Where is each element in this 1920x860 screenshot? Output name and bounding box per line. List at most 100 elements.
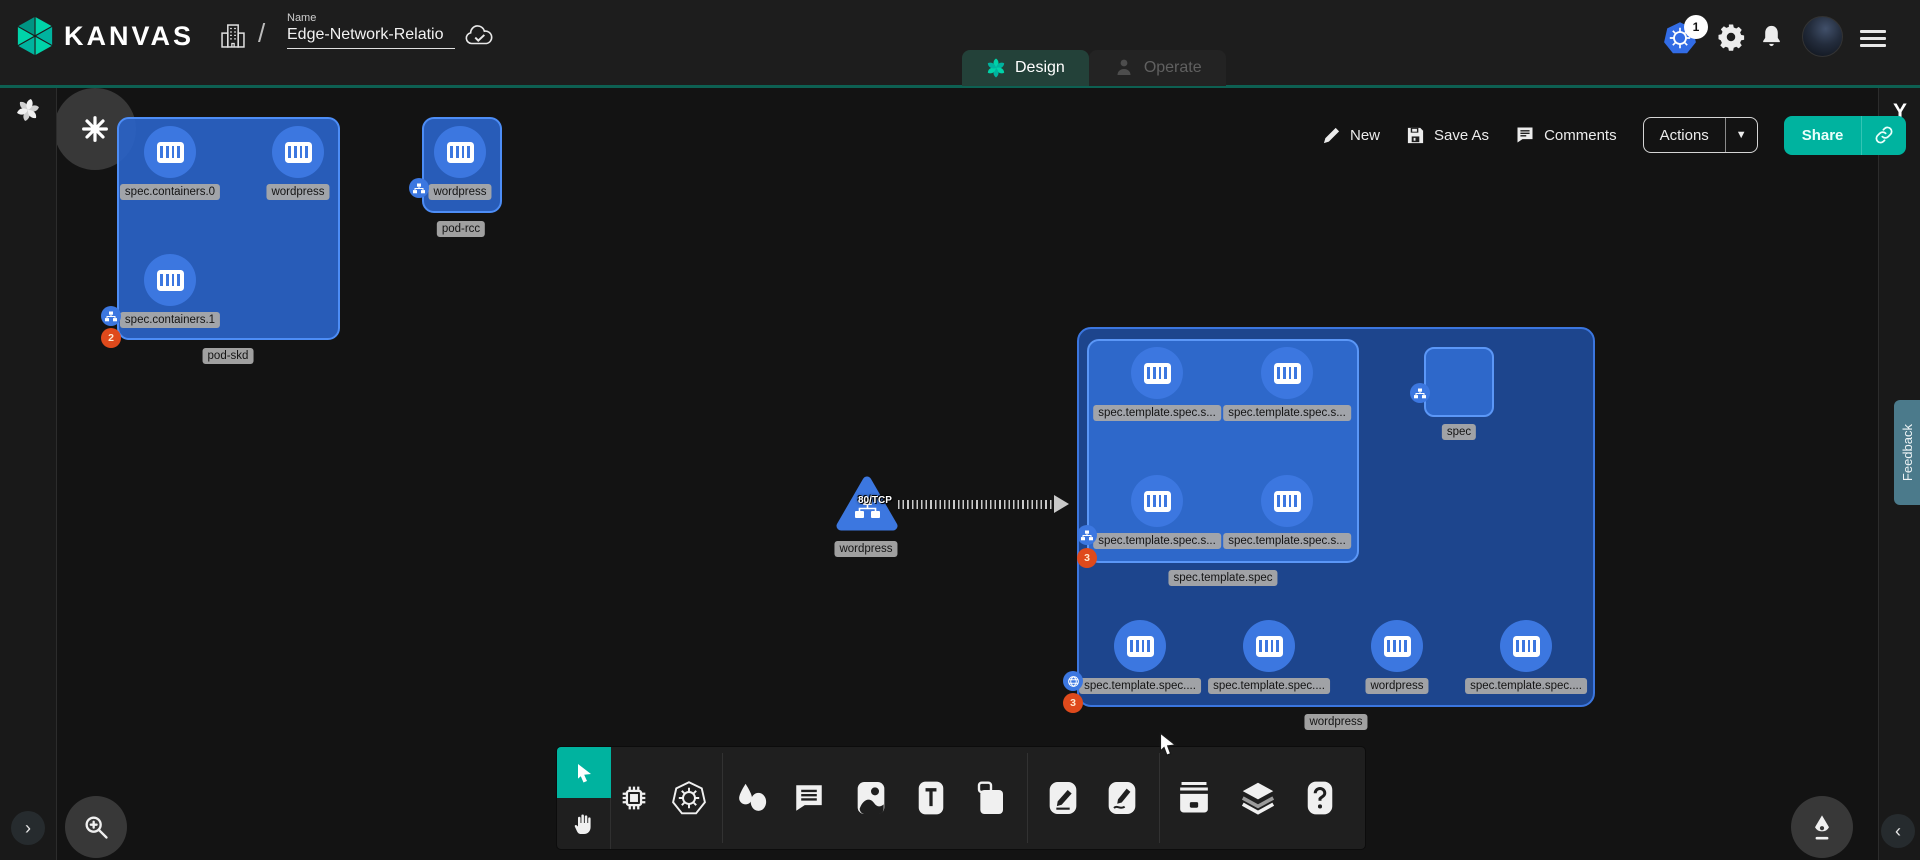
pen-tool-button[interactable] [1791, 796, 1853, 858]
actions-label: Actions [1644, 127, 1725, 144]
organization-icon[interactable] [218, 21, 248, 56]
marker-icon [1047, 780, 1079, 816]
node-template-container[interactable] [1500, 620, 1552, 672]
canvas-dock-toolbar [557, 747, 1365, 849]
edit-tool[interactable] [1043, 778, 1083, 818]
node-template-container[interactable] [1131, 475, 1183, 527]
group-pod-template[interactable] [1087, 339, 1359, 563]
tab-underline [0, 85, 1920, 88]
right-rail: Y Feedback ‹ [1878, 88, 1920, 860]
group-label-pod-rcc: pod-rcc [437, 221, 485, 237]
comments-button[interactable]: Comments [1515, 125, 1617, 145]
design-name-input[interactable] [287, 24, 455, 49]
save-as-button[interactable]: Save As [1406, 126, 1489, 145]
deployment-count-badge[interactable]: 3 [1063, 693, 1083, 713]
pan-tool[interactable] [557, 798, 611, 849]
save-icon [1406, 126, 1425, 145]
share-label: Share [1784, 127, 1862, 144]
actions-dropdown[interactable]: Actions ▼ [1643, 117, 1758, 153]
sticky-note-icon [975, 780, 1007, 816]
node-wordpress-container[interactable] [434, 126, 486, 178]
help-tool[interactable] [1300, 778, 1340, 818]
tab-operate[interactable]: Operate [1089, 50, 1226, 86]
chevron-down-icon[interactable]: ▼ [1725, 118, 1757, 152]
copy-link-icon[interactable] [1861, 116, 1906, 155]
comment-icon [792, 781, 826, 815]
layers-tool[interactable] [1238, 778, 1278, 818]
node-spec-containers-1[interactable] [144, 254, 196, 306]
deployment-globe-badge[interactable] [1063, 671, 1083, 691]
tab-design[interactable]: Design [962, 50, 1089, 86]
draw-tool[interactable] [1102, 778, 1142, 818]
shapes-tool[interactable] [732, 778, 772, 818]
text-tool[interactable] [911, 778, 951, 818]
spec-network-badge[interactable] [1410, 383, 1430, 403]
cloud-saved-icon [464, 24, 494, 53]
group-label-pod-template: spec.template.spec [1168, 570, 1277, 586]
node-wordpress-container[interactable] [272, 126, 324, 178]
archive-tool[interactable] [1174, 778, 1214, 818]
meshery-spinner-icon[interactable] [16, 98, 40, 127]
mouse-cursor [1155, 731, 1181, 762]
expand-left-panel-chevron[interactable]: › [11, 811, 45, 845]
node-template-container[interactable] [1114, 620, 1166, 672]
left-rail: › [0, 88, 57, 860]
image-tool[interactable] [851, 778, 891, 818]
pod-skd-count-badge[interactable]: 2 [101, 328, 121, 348]
pod-skd-network-badge[interactable] [101, 306, 121, 326]
group-spec[interactable] [1424, 347, 1494, 417]
pod-template-count-badge[interactable]: 3 [1077, 548, 1097, 568]
dock-divider [722, 753, 723, 843]
comment-tool[interactable] [789, 778, 829, 818]
dock-divider [1027, 753, 1028, 843]
zoom-button[interactable] [65, 796, 127, 858]
pod-template-network-badge[interactable] [1077, 525, 1097, 545]
breadcrumb: / [258, 18, 265, 49]
design-name-field: Name [287, 12, 455, 49]
node-wordpress-container[interactable] [1371, 620, 1423, 672]
node-label: spec.containers.1 [120, 312, 220, 328]
node-wordpress-service[interactable] [836, 476, 898, 537]
context-count-badge: 1 [1684, 15, 1708, 39]
comment-icon [1515, 125, 1535, 145]
magnifier-plus-icon [82, 813, 110, 841]
expand-right-panel-chevron[interactable]: ‹ [1881, 814, 1915, 848]
edge-service-to-deployment[interactable] [898, 500, 1056, 509]
kanvas-logo[interactable]: KANVAS [16, 15, 194, 57]
question-icon [1305, 780, 1335, 816]
node-template-container[interactable] [1261, 347, 1313, 399]
share-button[interactable]: Share [1784, 116, 1907, 155]
cursor-arrow-icon [572, 761, 596, 785]
user-avatar[interactable] [1802, 16, 1843, 57]
node-template-container[interactable] [1243, 620, 1295, 672]
pencil-scribble-icon [1106, 780, 1138, 816]
save-as-label: Save As [1434, 127, 1489, 144]
node-spec-containers-0[interactable] [144, 126, 196, 178]
kubernetes-wheel-icon [671, 780, 707, 816]
pod-rcc-network-badge[interactable] [409, 178, 429, 198]
kanvas-hexagon-icon [16, 15, 54, 57]
node-label: spec.template.spec.s... [1093, 533, 1221, 549]
pointer-tools-column [557, 747, 611, 849]
select-tool[interactable] [557, 747, 611, 798]
service-label: wordpress [834, 541, 897, 557]
notifications-bell-icon[interactable] [1758, 23, 1785, 55]
logo-text: KANVAS [64, 21, 194, 52]
component-tool[interactable] [614, 778, 654, 818]
node-template-container[interactable] [1261, 475, 1313, 527]
settings-gear-icon[interactable] [1716, 22, 1746, 57]
feedback-tab[interactable]: Feedback [1894, 400, 1920, 505]
mode-tabs: Design Operate [962, 50, 1226, 86]
new-button[interactable]: New [1322, 126, 1380, 145]
design-spiral-icon [986, 58, 1006, 78]
tab-operate-label: Operate [1144, 59, 1202, 77]
feedback-label: Feedback [1900, 424, 1915, 481]
edge-port-label: 80/TCP [858, 495, 892, 506]
dock-divider [1159, 753, 1160, 843]
kubernetes-tool[interactable] [669, 778, 709, 818]
note-tool[interactable] [971, 778, 1011, 818]
node-label: wordpress [266, 184, 329, 200]
node-template-container[interactable] [1131, 347, 1183, 399]
node-label: wordpress [1365, 678, 1428, 694]
menu-hamburger-icon[interactable] [1860, 26, 1886, 51]
